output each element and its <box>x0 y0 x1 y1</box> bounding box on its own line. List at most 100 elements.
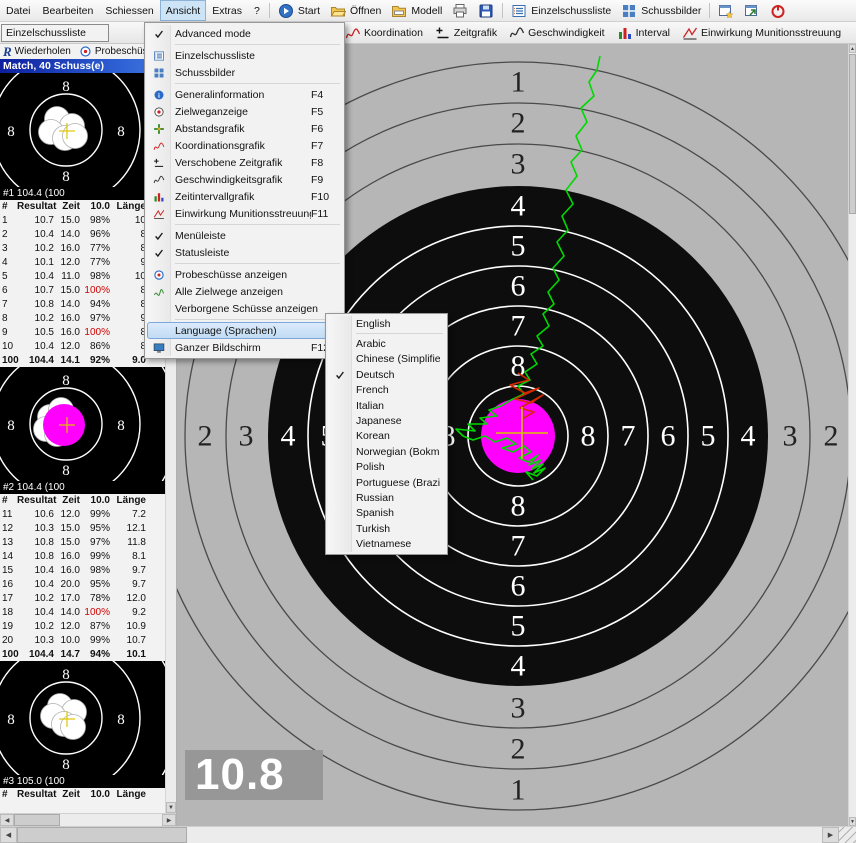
cell: 4 <box>0 257 17 268</box>
toolbar-button-koordination[interactable]: Koordination <box>339 23 429 43</box>
language-item-korean[interactable]: Korean <box>328 429 445 444</box>
language-item-spanish[interactable]: Spanish <box>328 506 445 521</box>
cell: 9 <box>110 257 146 268</box>
open-button[interactable]: Öffnen <box>325 1 386 21</box>
column-header: Resultat <box>17 789 54 800</box>
language-item-vietnamese[interactable]: Vietnamese <box>328 536 445 551</box>
shot-table-row[interactable]: 1210.315.095%12.1 <box>0 521 176 535</box>
column-header: Zeit <box>54 495 80 506</box>
single-shot-list-button[interactable]: Einzelschussliste <box>506 1 616 21</box>
main-horizontal-scrollbar[interactable]: ◀ ▶ <box>0 826 856 843</box>
power-button[interactable] <box>765 1 791 21</box>
menu-item-zielweganzeige[interactable]: ZielweganzeigeF5 <box>147 103 342 120</box>
all-paths-icon <box>148 286 170 298</box>
shot-table-row[interactable]: 1610.420.095%9.7 <box>0 577 176 591</box>
menubar-item-extras[interactable]: Extras <box>206 0 248 21</box>
scrollbar-track[interactable] <box>187 827 822 843</box>
menu-shortcut: F6 <box>311 123 337 135</box>
cell: 97% <box>80 313 110 324</box>
menu-item-label: Italian <box>351 400 440 412</box>
shot-table-row[interactable]: 1310.815.097%11.8 <box>0 535 176 549</box>
menu-item-probeschuesse-anzeigen[interactable]: Probeschüsse anzeigen <box>147 266 342 283</box>
cell: 8.1 <box>110 551 146 562</box>
menu-item-einwirkung-munitionsstreuung[interactable]: Einwirkung MunitionsstreuungF11 <box>147 205 342 222</box>
language-item-english[interactable]: English <box>328 316 445 331</box>
shot-table-row[interactable]: 1910.212.087%10.9 <box>0 619 176 633</box>
toolbar-button-geschwindigkeit[interactable]: Geschwindigkeit <box>503 23 610 43</box>
view-selector[interactable]: Einzelschussliste <box>1 24 109 42</box>
menu-item-zeitintervallgrafik[interactable]: ZeitintervallgrafikF10 <box>147 188 342 205</box>
target-thumbnail-3[interactable]: 8888 <box>0 661 166 775</box>
language-item-turkish[interactable]: Turkish <box>328 521 445 536</box>
menubar-item-hilfe[interactable]: ? <box>248 0 266 21</box>
save-button[interactable] <box>473 1 499 21</box>
menu-item-schussbilder[interactable]: Schussbilder <box>147 64 342 81</box>
menu-item-abstandsgrafik[interactable]: AbstandsgrafikF6 <box>147 120 342 137</box>
toolbar-button-einwirkung-munitionsstreuung[interactable]: Einwirkung Munitionsstreuung <box>676 23 847 43</box>
menu-item-language[interactable]: Language (Sprachen)▶ <box>147 322 342 339</box>
language-item-italian[interactable]: Italian <box>328 398 445 413</box>
model-button[interactable]: Modell <box>386 1 447 21</box>
resize-grip[interactable] <box>839 827 856 843</box>
print-button[interactable] <box>447 1 473 21</box>
cell: 10.5 <box>17 327 54 338</box>
shot-table-row[interactable]: 1710.217.078%12.0 <box>0 591 176 605</box>
scroll-down-icon[interactable]: ▼ <box>849 817 856 826</box>
menu-item-einzelschussliste[interactable]: Einzelschussliste <box>147 47 342 64</box>
language-item-french[interactable]: French <box>328 383 445 398</box>
menu-item-verborgene-schuesse-anzeigen[interactable]: Verborgene Schüsse anzeigen <box>147 300 342 317</box>
scrollbar-thumb[interactable] <box>14 814 60 826</box>
language-item-deutsch[interactable]: Deutsch <box>328 367 445 382</box>
scroll-right-icon[interactable]: ▶ <box>162 814 176 826</box>
target-thumbnail-1[interactable]: 8888 <box>0 73 166 187</box>
cell: 12.0 <box>110 593 146 604</box>
cell: 19 <box>0 621 17 632</box>
menu-item-verschobene-zeitgrafik[interactable]: Verschobene ZeitgrafikF8 <box>147 154 342 171</box>
scroll-left-icon[interactable]: ◀ <box>0 814 14 826</box>
repeat-button[interactable]: R Wiederholen <box>0 44 74 59</box>
menubar-item-bearbeiten[interactable]: Bearbeiten <box>37 0 100 21</box>
language-item-portuguese-brazil[interactable]: Portuguese (Brazil) <box>328 475 445 490</box>
scrollbar-track[interactable] <box>60 814 162 826</box>
language-item-norwegian-bokmal[interactable]: Norwegian (Bokmal) <box>328 444 445 459</box>
menu-item-generalinformation[interactable]: iGeneralinformationF4 <box>147 86 342 103</box>
shot-pictures-button[interactable]: Schussbilder <box>616 1 706 21</box>
shot-table-row[interactable]: 1110.612.099%7.2 <box>0 507 176 521</box>
scrollbar-thumb[interactable] <box>849 54 856 214</box>
main-vertical-scrollbar[interactable]: ▲ ▼ <box>848 44 856 826</box>
toolbar-button-zeitgrafik[interactable]: Zeitgrafik <box>429 23 503 43</box>
shot-table-row[interactable]: 1410.816.099%8.1 <box>0 549 176 563</box>
menu-item-advanced-mode[interactable]: Advanced mode <box>147 25 342 42</box>
menu-item-ganzer-bildschirm[interactable]: Ganzer BildschirmF12 <box>147 339 342 356</box>
scroll-down-icon[interactable]: ▼ <box>166 802 176 813</box>
menu-item-alle-zielwege-anzeigen[interactable]: Alle Zielwege anzeigen <box>147 283 342 300</box>
menubar-item-ansicht[interactable]: Ansicht <box>160 0 206 21</box>
language-item-chinese-simplified[interactable]: Chinese (Simplified) <box>328 352 445 367</box>
window-star-button[interactable] <box>713 1 739 21</box>
language-item-japanese[interactable]: Japanese <box>328 413 445 428</box>
language-item-russian[interactable]: Russian <box>328 490 445 505</box>
menu-item-geschwindigkeitsgrafik[interactable]: GeschwindigkeitsgrafikF9 <box>147 171 342 188</box>
window-arrow-button[interactable] <box>739 1 765 21</box>
shot-table-row[interactable]: 1810.414.0100%9.2 <box>0 605 176 619</box>
scroll-right-icon[interactable]: ▶ <box>822 827 839 843</box>
language-item-arabic[interactable]: Arabic <box>328 336 445 351</box>
thumb-ring-number: 8 <box>7 712 15 728</box>
target-thumbnail-2[interactable]: 8888 <box>0 367 166 481</box>
toolbar-button-interval[interactable]: Interval <box>611 23 676 43</box>
menu-item-statusleiste[interactable]: Statusleiste <box>147 244 342 261</box>
scroll-up-icon[interactable]: ▲ <box>849 44 856 53</box>
sidebar-horizontal-scrollbar[interactable]: ◀ ▶ <box>0 813 176 826</box>
shot-table-row[interactable]: 1510.416.098%9.7 <box>0 563 176 577</box>
start-button[interactable]: Start <box>273 1 325 21</box>
scrollbar-thumb[interactable] <box>17 827 187 843</box>
menubar-item-schiessen[interactable]: Schiessen <box>99 0 159 21</box>
scroll-left-icon[interactable]: ◀ <box>0 827 17 843</box>
language-item-polish[interactable]: Polish <box>328 460 445 475</box>
shot-table-row[interactable]: 2010.310.099%10.7 <box>0 633 176 647</box>
menu-item-menueleiste[interactable]: Menüleiste <box>147 227 342 244</box>
cell: 14.1 <box>54 355 80 366</box>
menu-item-koordinationsgrafik[interactable]: KoordinationsgrafikF7 <box>147 137 342 154</box>
cell: 10.2 <box>17 621 54 632</box>
menubar-item-datei[interactable]: Datei <box>0 0 37 21</box>
